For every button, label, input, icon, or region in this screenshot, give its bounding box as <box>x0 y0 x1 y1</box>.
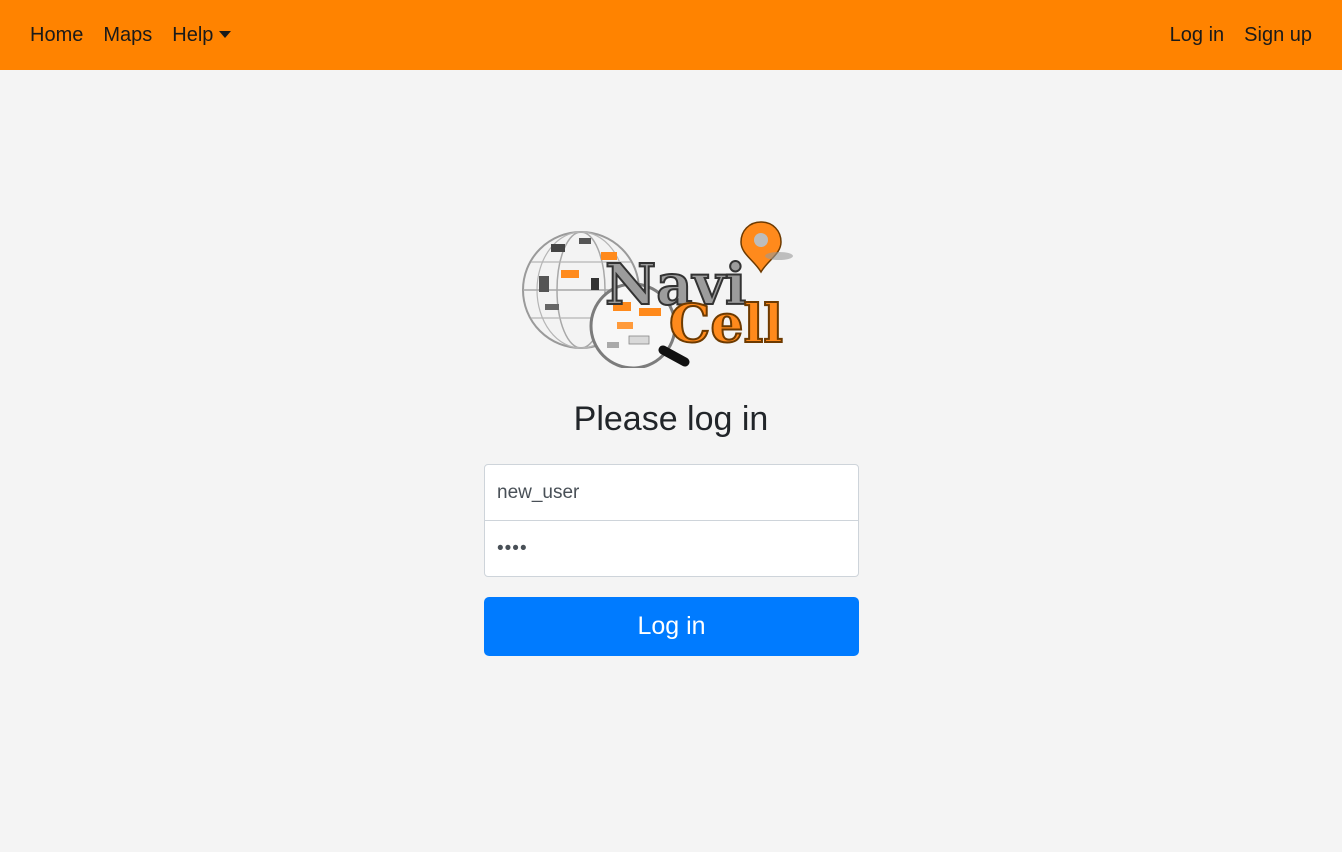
navicell-logo: Navi Cell <box>522 221 793 368</box>
map-pin-icon <box>740 221 793 274</box>
login-title: Please log in <box>573 400 769 438</box>
nav-home-link[interactable]: Home <box>30 24 83 47</box>
logo-text-cell: Cell <box>669 294 783 355</box>
nav-maps-link[interactable]: Maps <box>103 24 152 47</box>
login-submit-button[interactable]: Log in <box>484 597 859 656</box>
caret-down-icon <box>219 30 232 38</box>
username-input[interactable] <box>484 464 859 521</box>
nav-signup-link[interactable]: Sign up <box>1244 24 1312 47</box>
top-navbar: Home Maps Help Log in Sign up <box>0 0 1342 70</box>
nav-help-dropdown[interactable]: Help <box>172 23 232 47</box>
nav-login-link[interactable]: Log in <box>1170 24 1225 47</box>
password-input[interactable] <box>484 520 859 577</box>
nav-right-group: Log in Sign up <box>1150 24 1312 47</box>
nav-help-label: Help <box>172 23 214 46</box>
nav-left-group: Home Maps Help <box>30 24 251 47</box>
